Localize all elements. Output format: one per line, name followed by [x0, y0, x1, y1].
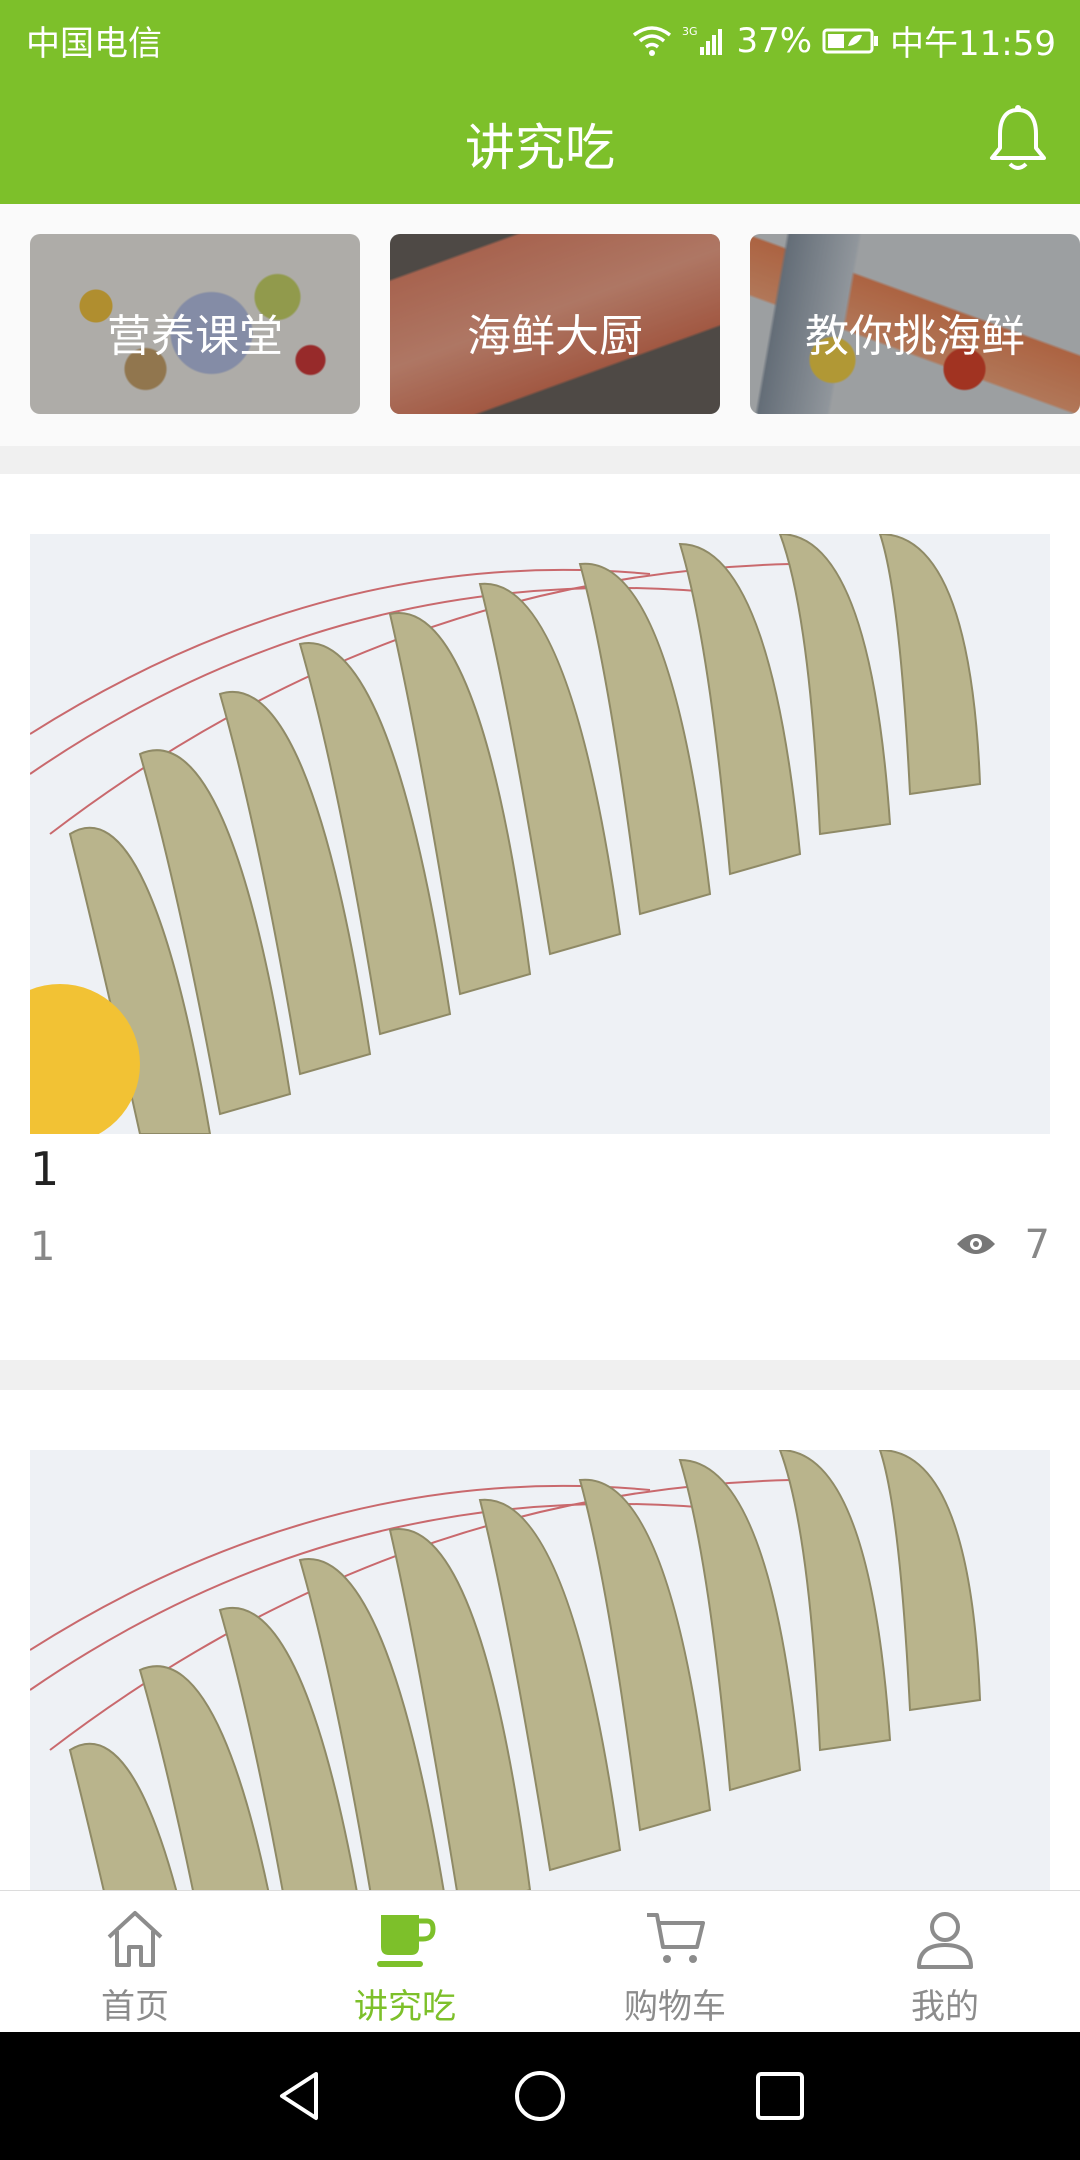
clock: 中午11:59 — [890, 24, 1056, 64]
category-label: 海鲜大厨 — [467, 311, 643, 362]
system-nav-bar — [0, 2032, 1080, 2160]
nav-label: 首页 — [101, 1987, 169, 2027]
bottom-nav: 首页 讲究吃 购物车 我的 — [0, 1890, 1080, 2033]
network-type: 3G — [682, 25, 698, 38]
battery-icon — [822, 26, 880, 56]
home-icon — [103, 1907, 167, 1971]
bell-icon[interactable] — [988, 104, 1048, 174]
category-label: 营养课堂 — [107, 311, 283, 362]
page-title: 讲究吃 — [465, 119, 615, 177]
status-bar: 中国电信 3G 37% 中午11:59 — [0, 0, 1080, 76]
home-circle-icon[interactable] — [512, 2068, 568, 2124]
post-title[interactable]: 1 — [30, 1142, 59, 1196]
shrimp-image[interactable] — [30, 534, 1050, 1134]
wifi-icon — [632, 25, 672, 57]
cup-icon — [373, 1907, 437, 1971]
category-pick-seafood[interactable]: 教你挑海鲜 — [750, 234, 1080, 414]
user-icon — [913, 1907, 977, 1971]
category-seafood-chef[interactable]: 海鲜大厨 — [390, 234, 720, 414]
nav-cart[interactable]: 购物车 — [540, 1891, 810, 2033]
nav-label: 购物车 — [624, 1987, 726, 2027]
signal-icon: 3G — [682, 25, 726, 57]
category-nutrition[interactable]: 营养课堂 — [30, 234, 360, 414]
nav-label: 讲究吃 — [354, 1987, 456, 2027]
nav-me[interactable]: 我的 — [810, 1891, 1080, 2033]
post-subtitle: 1 — [30, 1224, 56, 1270]
recents-icon[interactable] — [752, 2068, 808, 2124]
category-label: 教你挑海鲜 — [805, 311, 1025, 362]
nav-eat[interactable]: 讲究吃 — [270, 1891, 540, 2033]
battery-percent: 37% — [736, 20, 813, 61]
post-card[interactable]: 1 1 7 — [0, 474, 1080, 1360]
nav-label: 我的 — [911, 1987, 979, 2027]
view-count: 7 — [955, 1222, 1050, 1268]
cart-icon — [643, 1907, 707, 1971]
view-count-value: 7 — [1024, 1222, 1050, 1268]
status-right: 3G 37% 中午11:59 — [632, 16, 1056, 65]
back-icon[interactable] — [272, 2068, 328, 2124]
category-strip: 营养课堂 海鲜大厨 教你挑海鲜 — [0, 204, 1080, 446]
eye-icon — [955, 1222, 997, 1268]
nav-home[interactable]: 首页 — [0, 1891, 270, 2033]
shrimp-image[interactable] — [30, 1450, 1050, 1890]
post-card[interactable] — [0, 1390, 1080, 1890]
carrier-name: 中国电信 — [26, 24, 162, 64]
app-header: 中国电信 3G 37% 中午11:59 讲究吃 — [0, 0, 1080, 204]
